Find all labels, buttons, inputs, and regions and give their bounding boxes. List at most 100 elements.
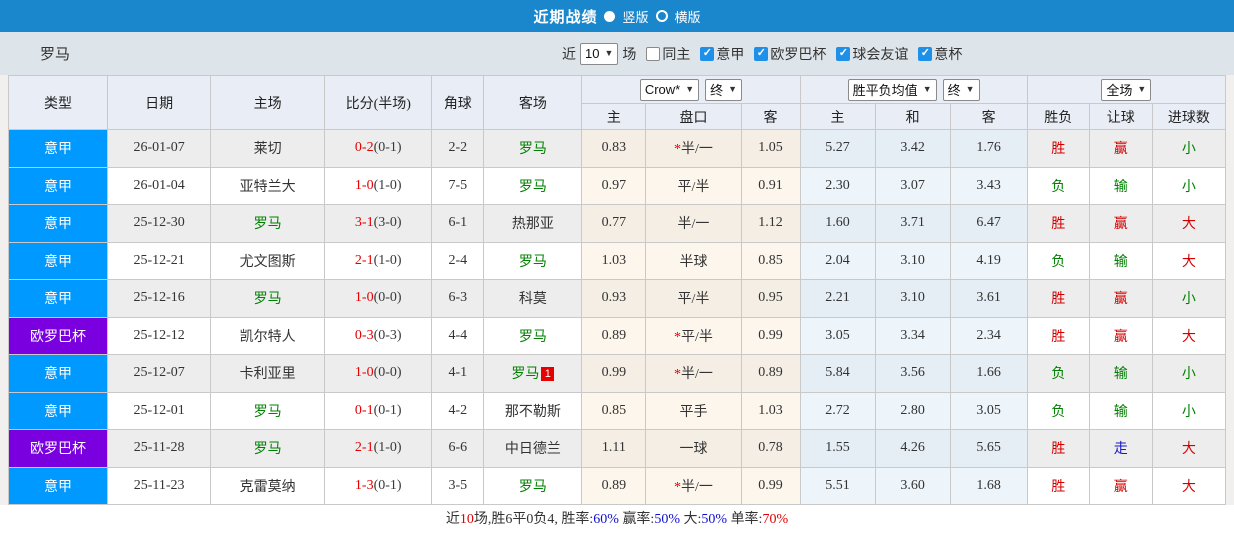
subheader-avg-away: 客	[949, 103, 1028, 130]
cell-avg-away: 3.05	[949, 391, 1028, 430]
cell-result-goals: 小	[1151, 166, 1227, 205]
cell-odds-home: 1.11	[581, 429, 647, 468]
vertical-layout-label[interactable]: 竖版	[622, 7, 648, 26]
cell-avg-away: 1.66	[949, 354, 1028, 393]
cell-odds-away: 1.12	[740, 204, 801, 243]
radio-vertical-layout[interactable]	[604, 10, 616, 22]
table-row: 欧罗巴杯 25-12-12 凯尔特人 0-3(0-3) 4-4 罗马 0.89 …	[7, 316, 1227, 355]
summary-text: 单率:	[727, 512, 763, 527]
cell-result-handicap: 赢	[1088, 316, 1153, 355]
cell-result-handicap: 输	[1088, 354, 1153, 393]
cell-date: 25-11-23	[107, 466, 212, 505]
cell-date: 25-12-30	[107, 204, 212, 243]
cell-score: 1-0(0-0)	[324, 279, 433, 318]
cell-competition: 欧罗巴杯	[7, 316, 109, 355]
radio-horizontal-layout[interactable]	[655, 10, 668, 22]
summary-single-rate: 70%	[762, 512, 789, 527]
cell-away-team: 那不勒斯	[483, 391, 583, 430]
cell-avg-home: 5.51	[799, 466, 876, 505]
cell-avg-draw: 4.26	[874, 429, 951, 468]
match-count-select[interactable]: 10 ▼	[580, 42, 619, 65]
results-table: 类型 日期 主场 比分(半场) 角球 客场 Crow* ▼ 终 ▼ 胜平负均值 …	[7, 75, 1227, 505]
checkbox-same-home[interactable]: 同主	[646, 44, 690, 64]
cell-result-winlose: 胜	[1026, 316, 1090, 355]
final-select-left[interactable]: 终 ▼	[705, 78, 743, 101]
cell-competition: 意甲	[7, 466, 109, 505]
cell-corners: 2-2	[431, 129, 485, 168]
cell-avg-home: 3.05	[799, 316, 876, 355]
header-result-group: 全场 ▼	[1026, 75, 1227, 104]
checkbox-coppa-italia[interactable]: ✓ 意杯	[918, 44, 962, 64]
header-away: 客场	[483, 75, 583, 130]
cell-odds-away: 0.78	[740, 429, 801, 468]
subheader-goals: 进球数	[1151, 103, 1227, 130]
cell-odds-away: 0.95	[740, 279, 801, 318]
cell-corners: 4-1	[431, 354, 485, 393]
bookmaker-select[interactable]: Crow* ▼	[639, 78, 700, 101]
subheader-handicap-result: 让球	[1088, 103, 1153, 130]
subheader-avg-draw: 和	[874, 103, 951, 130]
cell-result-goals: 小	[1151, 129, 1227, 168]
avg-select[interactable]: 胜平负均值 ▼	[847, 78, 937, 101]
scope-select[interactable]: 全场 ▼	[1101, 78, 1152, 101]
cell-away-team: 科莫	[483, 279, 583, 318]
table-row: 意甲 25-11-23 克雷莫纳 1-3(0-1) 3-5 罗马 0.89 *半…	[7, 466, 1227, 505]
cell-date: 25-11-28	[107, 429, 212, 468]
cell-result-goals: 大	[1151, 204, 1227, 243]
same-home-label: 同主	[662, 47, 691, 63]
cell-avg-away: 6.47	[949, 204, 1028, 243]
checkbox-europa-league[interactable]: ✓ 欧罗巴杯	[754, 44, 826, 64]
chevron-down-icon: ▼	[965, 84, 975, 94]
cell-competition: 意甲	[7, 391, 109, 430]
cell-score: 0-3(0-3)	[324, 316, 433, 355]
cell-odds-home: 0.89	[581, 466, 647, 505]
cell-away-team: 罗马	[483, 466, 583, 505]
cell-handicap: 半/一	[645, 204, 742, 243]
cell-result-handicap: 输	[1088, 241, 1153, 280]
checkbox-serie-a[interactable]: ✓ 意甲	[700, 44, 744, 64]
cell-result-winlose: 胜	[1026, 204, 1090, 243]
cell-handicap: 半球	[645, 241, 742, 280]
subheader-winlose: 胜负	[1026, 103, 1090, 130]
cell-avg-home: 2.04	[799, 241, 876, 280]
checkbox-checked-icon[interactable]: ✓	[754, 46, 769, 61]
match-count-value: 10	[585, 46, 600, 61]
cell-home-team: 罗马	[210, 279, 326, 318]
recent-label: 近	[562, 47, 576, 63]
cell-competition: 欧罗巴杯	[7, 429, 109, 468]
checkbox-checked-icon[interactable]: ✓	[836, 46, 851, 61]
chevron-down-icon: ▼	[685, 84, 695, 94]
subheader-avg-home: 主	[799, 103, 876, 130]
cell-avg-home: 1.60	[799, 204, 876, 243]
cell-result-handicap: 赢	[1088, 204, 1153, 243]
final-select-mid[interactable]: 终 ▼	[942, 78, 980, 101]
cell-result-goals: 大	[1151, 429, 1227, 468]
header-home: 主场	[210, 75, 326, 130]
checkbox-club-friendly[interactable]: ✓ 球会友谊	[836, 44, 908, 64]
red-card-badge: 1	[541, 367, 555, 382]
page-title: 近期战绩	[533, 9, 598, 26]
cell-handicap: *半/一	[645, 466, 742, 505]
cell-date: 25-12-16	[107, 279, 212, 318]
cell-score: 2-1(1-0)	[324, 241, 433, 280]
cell-handicap: 平/半	[645, 279, 742, 318]
cell-handicap: 平手	[645, 391, 742, 430]
horizontal-layout-label[interactable]: 横版	[675, 7, 701, 26]
cell-score: 1-3(0-1)	[324, 466, 433, 505]
table-row: 意甲 25-12-30 罗马 3-1(3-0) 6-1 热那亚 0.77 半/一…	[7, 204, 1227, 243]
cell-avg-draw: 3.56	[874, 354, 951, 393]
cell-competition: 意甲	[7, 129, 109, 168]
cell-avg-draw: 3.71	[874, 204, 951, 243]
checkbox-checked-icon[interactable]: ✓	[700, 46, 715, 61]
cell-avg-away: 1.76	[949, 129, 1028, 168]
cell-corners: 3-5	[431, 466, 485, 505]
results-body: 意甲 26-01-07 莱切 0-2(0-1) 2-2 罗马 0.83 *半/一…	[7, 129, 1227, 505]
cell-result-winlose: 胜	[1026, 129, 1090, 168]
header-type: 类型	[7, 75, 109, 130]
cell-avg-draw: 3.10	[874, 279, 951, 318]
cell-competition: 意甲	[7, 354, 109, 393]
checkbox-checked-icon[interactable]: ✓	[918, 46, 933, 61]
cell-home-team: 尤文图斯	[210, 241, 326, 280]
summary-bar: 近10场,胜6平0负4, 胜率:60% 赢率:50% 大:50% 单率:70%	[0, 505, 1234, 534]
checkbox-icon[interactable]	[646, 46, 661, 61]
